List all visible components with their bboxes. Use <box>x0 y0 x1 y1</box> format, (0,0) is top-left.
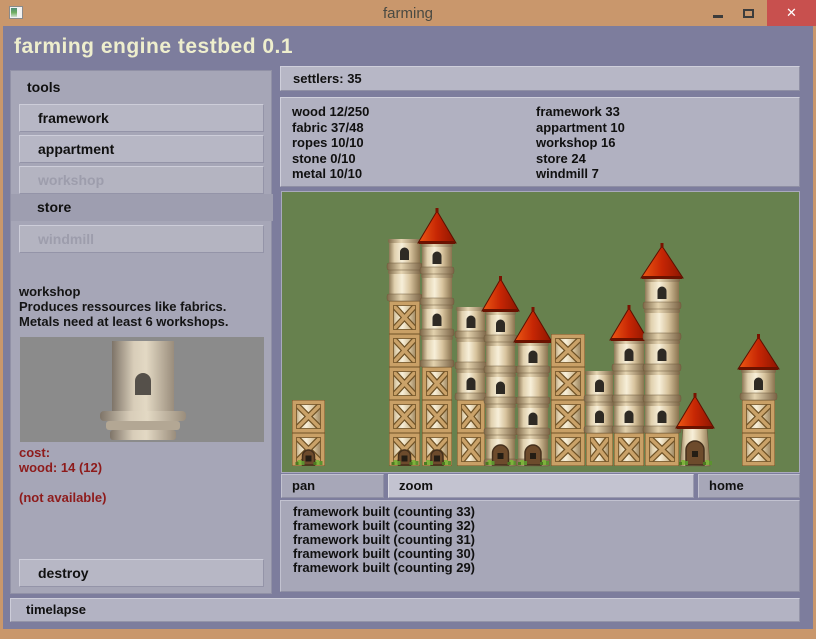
resource-item: stone 0/10 <box>292 151 369 167</box>
tool-button-store[interactable]: store <box>11 194 273 221</box>
page-title: farming engine testbed 0.1 <box>14 35 293 59</box>
close-icon: ✕ <box>786 5 797 21</box>
log-line: framework built (counting 29) <box>293 561 799 575</box>
log-line: framework built (counting 31) <box>293 533 799 547</box>
window-title: farming <box>0 5 816 22</box>
preview-image <box>20 337 264 442</box>
game-viewport[interactable] <box>281 191 800 473</box>
cost-info: cost: wood: 14 (12) (not available) <box>19 445 106 505</box>
settlers-bar: settlers: 35 <box>280 66 800 91</box>
selection-description-line: Produces ressources like fabrics. <box>19 299 229 314</box>
building-count-item: workshop 16 <box>536 135 625 151</box>
resources-panel: wood 12/250 fabric 37/48 ropes 10/10 sto… <box>280 97 800 187</box>
log-line: framework built (counting 30) <box>293 547 799 561</box>
resource-item: wood 12/250 <box>292 104 369 120</box>
tool-button-workshop[interactable]: workshop <box>19 166 264 194</box>
selection-name: workshop <box>19 284 229 299</box>
minimize-icon <box>713 15 723 18</box>
resource-list: wood 12/250 fabric 37/48 ropes 10/10 sto… <box>292 104 369 182</box>
maximize-icon <box>743 9 754 18</box>
building-count-item: framework 33 <box>536 104 625 120</box>
tool-button-appartment[interactable]: appartment <box>19 135 264 163</box>
titlebar[interactable]: farming ✕ <box>0 0 816 26</box>
resource-item: ropes 10/10 <box>292 135 369 151</box>
minimize-button[interactable] <box>705 0 731 26</box>
log-line: framework built (counting 32) <box>293 519 799 533</box>
close-button[interactable]: ✕ <box>767 0 816 26</box>
timelapse-button[interactable]: timelapse <box>10 598 800 622</box>
log-line: framework built (counting 33) <box>293 505 799 519</box>
tools-label: tools <box>27 79 60 95</box>
tool-button-framework[interactable]: framework <box>19 104 264 132</box>
cost-label: cost: <box>19 445 106 460</box>
event-log: framework built (counting 33) framework … <box>280 500 800 592</box>
pan-button[interactable]: pan <box>281 474 384 498</box>
selection-description: workshop Produces ressources like fabric… <box>19 284 229 329</box>
tools-panel: tools framework appartment workshop stor… <box>10 70 272 594</box>
availability-label: (not available) <box>19 490 106 505</box>
app-window: farming ✕ farming engine testbed 0.1 too… <box>0 0 816 639</box>
building-count-list: framework 33 appartment 10 workshop 16 s… <box>536 104 625 182</box>
zoom-button[interactable]: zoom <box>388 474 694 498</box>
settlers-count: settlers: 35 <box>293 71 362 86</box>
selection-description-line: Metals need at least 6 workshops. <box>19 314 229 329</box>
building-count-item: windmill 7 <box>536 166 625 182</box>
building-count-item: appartment 10 <box>536 120 625 136</box>
scene-buildings <box>282 192 799 472</box>
resource-item: metal 10/10 <box>292 166 369 182</box>
cost-value: wood: 14 (12) <box>19 460 106 475</box>
destroy-button[interactable]: destroy <box>19 559 264 587</box>
resource-item: fabric 37/48 <box>292 120 369 136</box>
window-controls: ✕ <box>705 0 816 26</box>
client-area: farming engine testbed 0.1 tools framewo… <box>3 26 813 629</box>
tool-button-windmill[interactable]: windmill <box>19 225 264 253</box>
building-count-item: store 24 <box>536 151 625 167</box>
maximize-button[interactable] <box>735 0 761 26</box>
home-button[interactable]: home <box>698 474 800 498</box>
workshop-preview-graphic <box>20 337 264 442</box>
